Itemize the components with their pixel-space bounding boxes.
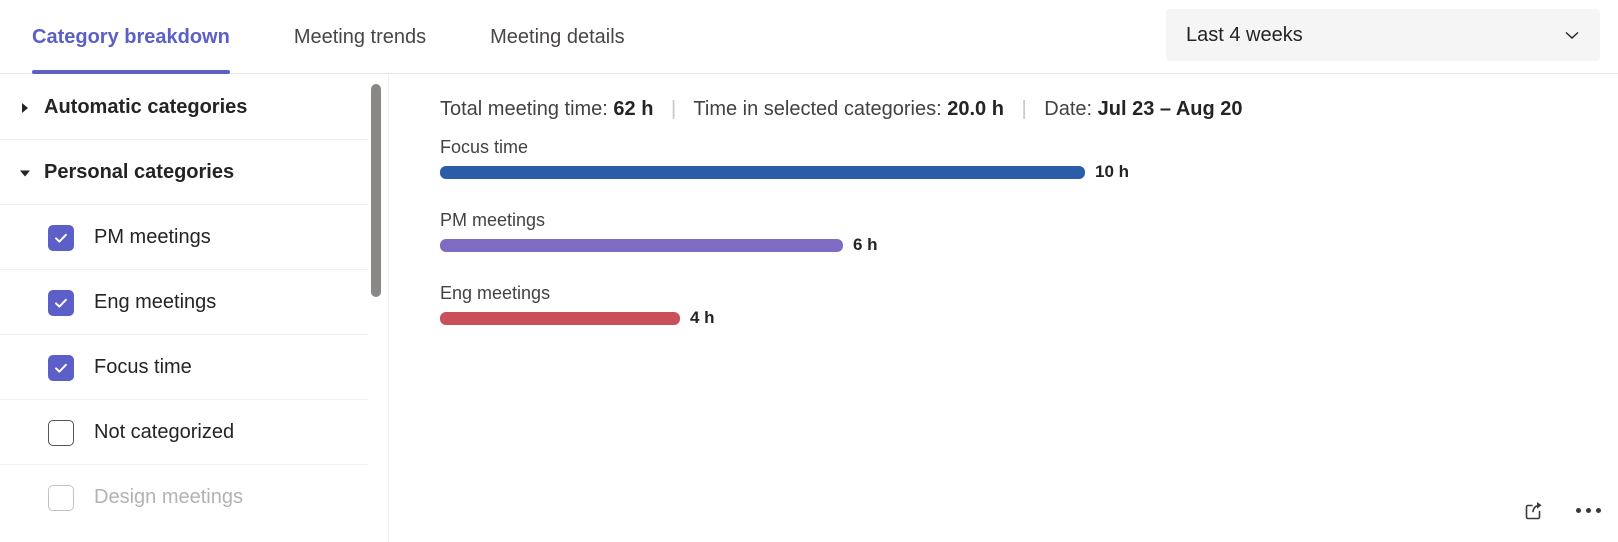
date-range-dropdown[interactable]: Last 4 weeks <box>1166 9 1600 61</box>
tab-label: Category breakdown <box>32 25 230 48</box>
category-bar-chart: Focus time 10 h PM meetings 6 h Eng meet… <box>440 137 1598 356</box>
tab-meeting-trends[interactable]: Meeting trends <box>280 0 440 74</box>
share-icon[interactable] <box>1518 494 1550 526</box>
sidebar-scrollbar-thumb[interactable] <box>371 84 381 297</box>
bar-fill[interactable] <box>440 238 843 252</box>
sidebar-item-label: Eng meetings <box>94 291 217 313</box>
summary-separator: | <box>671 98 677 120</box>
tab-label: Meeting details <box>490 25 625 48</box>
tab-label: Meeting trends <box>293 25 427 48</box>
bar-category-label: PM meetings <box>440 210 546 230</box>
bar-value-label: 10 h <box>1095 162 1130 181</box>
sidebar-item-pm-meetings[interactable]: PM meetings <box>0 205 388 270</box>
main-content: Total meeting time: 62 h | Time in selec… <box>390 75 1618 542</box>
ellipsis-dots <box>1575 507 1601 513</box>
bar-group-pm-meetings: PM meetings 6 h <box>440 210 1598 254</box>
date-range-value: Last 4 weeks <box>1186 23 1303 46</box>
sidebar-item-label: Focus time <box>94 356 192 378</box>
chevron-right-icon <box>18 101 32 115</box>
more-options-icon[interactable] <box>1572 494 1604 526</box>
sidebar-item-label: Design meetings <box>94 486 243 508</box>
sidebar-item-not-categorized[interactable]: Not categorized <box>0 400 388 465</box>
bar-row: 6 h <box>440 235 1598 254</box>
tab-strip: Category breakdown Meeting trends Meetin… <box>32 0 675 74</box>
checkbox-unchecked[interactable] <box>48 419 74 446</box>
bar-fill[interactable] <box>440 165 1085 179</box>
chevron-down-icon <box>1562 25 1582 45</box>
bar-category-label: Eng meetings <box>440 283 551 303</box>
bar-group-focus-time: Focus time 10 h <box>440 137 1598 181</box>
tab-category-breakdown[interactable]: Category breakdown <box>32 0 244 74</box>
header-bar: Category breakdown Meeting trends Meetin… <box>0 0 1618 74</box>
bar-value-label: 4 h <box>690 308 715 327</box>
sidebar-item-design-meetings[interactable]: Design meetings <box>0 465 388 530</box>
summary-line: Total meeting time: 62 h | Time in selec… <box>440 98 1243 121</box>
sidebar-item-eng-meetings[interactable]: Eng meetings <box>0 270 388 335</box>
bar-fill[interactable] <box>440 311 680 325</box>
date-value: Jul 23 – Aug 20 <box>1097 98 1243 120</box>
bar-row: 10 h <box>440 162 1598 181</box>
date-label: Date: <box>1044 98 1093 120</box>
sidebar-item-focus-time[interactable]: Focus time <box>0 335 388 400</box>
checkbox-checked[interactable] <box>48 224 74 251</box>
sidebar-group-label: Personal categories <box>44 161 235 183</box>
chevron-down-icon <box>18 166 32 180</box>
total-meeting-time-label: Total meeting time: <box>440 98 608 120</box>
bar-value-label: 6 h <box>853 235 878 254</box>
sidebar-group-personal-categories[interactable]: Personal categories <box>0 140 388 205</box>
total-meeting-time-value: 62 h <box>613 98 654 120</box>
sidebar-group-label: Automatic categories <box>44 96 248 118</box>
sidebar-item-label: PM meetings <box>94 226 211 248</box>
selected-categories-label: Time in selected categories: <box>693 98 942 120</box>
sidebar-scrollbar[interactable] <box>371 75 381 542</box>
tab-meeting-details[interactable]: Meeting details <box>476 0 639 74</box>
footer-actions <box>1518 494 1604 526</box>
selected-categories-value: 20.0 h <box>947 98 1004 120</box>
bar-category-label: Focus time <box>440 137 529 157</box>
summary-separator: | <box>1021 98 1027 120</box>
bar-row: 4 h <box>440 308 1598 327</box>
category-sidebar: Automatic categories Personal categories… <box>0 75 389 542</box>
checkbox-checked[interactable] <box>48 354 74 381</box>
bar-group-eng-meetings: Eng meetings 4 h <box>440 283 1598 327</box>
sidebar-item-label: Not categorized <box>94 421 235 443</box>
sidebar-group-automatic-categories[interactable]: Automatic categories <box>0 75 388 140</box>
checkbox-checked[interactable] <box>48 289 74 316</box>
checkbox-unchecked[interactable] <box>48 484 74 511</box>
